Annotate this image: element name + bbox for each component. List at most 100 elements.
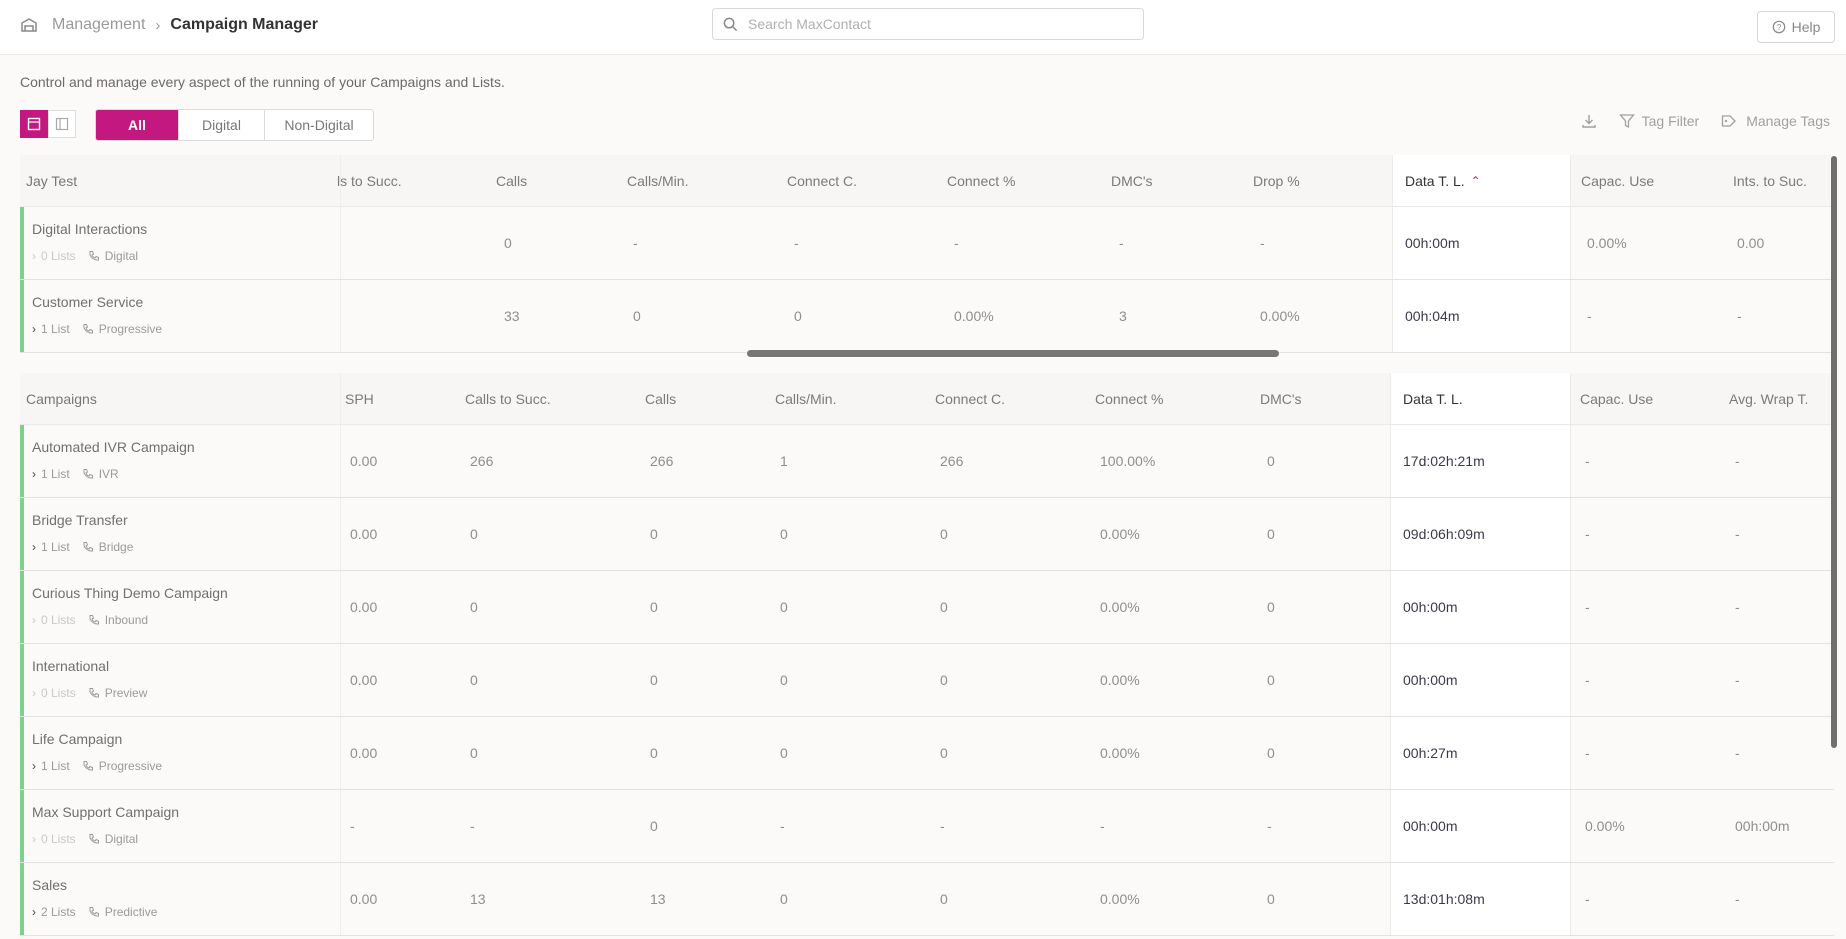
column-header[interactable]: Capac. Use bbox=[1581, 155, 1654, 206]
frozen-column-divider bbox=[340, 498, 341, 570]
table-cell: - bbox=[780, 818, 785, 834]
tab-digital[interactable]: Digital bbox=[179, 110, 265, 140]
column-header[interactable]: ls to Succ. bbox=[337, 155, 402, 206]
table-row[interactable]: Sales › 2 Lists Predictive 0.00 13 13 0 0 0.00% 0 1… bbox=[20, 863, 1834, 936]
column-header[interactable]: DMC's bbox=[1260, 373, 1302, 424]
campaign-type: Progressive bbox=[82, 322, 162, 336]
campaign-name-cell: International › 0 Lists Preview bbox=[20, 644, 340, 716]
column-header[interactable]: Calls/Min. bbox=[775, 373, 836, 424]
view-toggle bbox=[20, 110, 76, 138]
column-header[interactable]: Calls bbox=[496, 155, 527, 206]
table-cell: 266 bbox=[650, 453, 674, 469]
column-header[interactable]: Connect % bbox=[1095, 373, 1163, 424]
card-view-button[interactable] bbox=[20, 110, 48, 138]
column-header[interactable]: Calls to Succ. bbox=[465, 373, 551, 424]
campaign-name[interactable]: Customer Service bbox=[32, 294, 143, 310]
table-cell: 3 bbox=[1119, 308, 1127, 324]
frozen-column-divider bbox=[340, 571, 341, 643]
sorted-column-header[interactable]: Data T. L. ⌃ bbox=[1392, 155, 1571, 206]
type-filter-tabs: All Digital Non-Digital bbox=[95, 109, 374, 141]
column-header[interactable]: Capac. Use bbox=[1580, 373, 1653, 424]
list-count: 1 List bbox=[41, 322, 70, 336]
table-row[interactable]: Curious Thing Demo Campaign › 0 Lists Inbou… bbox=[20, 571, 1834, 644]
column-header[interactable]: Ints. to Suc. bbox=[1733, 155, 1807, 206]
table-cell-active: 00h:27m bbox=[1390, 717, 1571, 789]
vertical-scrollbar[interactable] bbox=[1831, 156, 1837, 748]
table-row[interactable]: Customer Service › 1 List Progressive 33 … bbox=[20, 280, 1834, 353]
table-cell: 0 bbox=[650, 818, 658, 834]
table-row[interactable]: Bridge Transfer › 1 List Bridge 0.00 0 0 0 0 0.00… bbox=[20, 498, 1834, 571]
campaign-name[interactable]: Bridge Transfer bbox=[32, 512, 128, 528]
column-header[interactable]: Connect C. bbox=[935, 373, 1005, 424]
tab-non-digital[interactable]: Non-Digital bbox=[265, 110, 373, 140]
search-box[interactable] bbox=[712, 8, 1144, 40]
column-header[interactable]: Drop % bbox=[1253, 155, 1300, 206]
column-header[interactable]: DMC's bbox=[1111, 155, 1153, 206]
campaign-name[interactable]: Automated IVR Campaign bbox=[32, 439, 195, 455]
expand-lists-toggle[interactable]: › 1 List bbox=[32, 759, 70, 773]
table-cell: - bbox=[1587, 308, 1592, 324]
chevron-right-icon: › bbox=[32, 613, 36, 627]
table-cell: 0 bbox=[470, 599, 478, 615]
horizontal-scrollbar[interactable] bbox=[747, 350, 1279, 357]
table-cell: - bbox=[794, 235, 799, 251]
table-cell: 00h:00m bbox=[1735, 818, 1790, 834]
search-input[interactable] bbox=[748, 16, 1128, 32]
expand-lists-toggle[interactable]: › 2 Lists bbox=[32, 905, 76, 919]
frozen-column-divider bbox=[340, 425, 341, 497]
frozen-column-divider bbox=[340, 280, 341, 352]
campaign-type-label: Inbound bbox=[104, 613, 149, 627]
column-header[interactable]: Connect % bbox=[947, 155, 1015, 206]
manage-tags-button[interactable]: Manage Tags bbox=[1721, 113, 1830, 129]
table-cell: 0 bbox=[470, 672, 478, 688]
table-row[interactable]: Life Campaign › 1 List Progressive 0.00 0 0 0 0 0… bbox=[20, 717, 1834, 790]
table-cell-active: 09d:06h:09m bbox=[1390, 498, 1571, 570]
column-header[interactable]: SPH bbox=[345, 373, 374, 424]
help-label: Help bbox=[1791, 19, 1821, 35]
expand-lists-toggle[interactable]: › 0 Lists bbox=[32, 686, 76, 700]
table-cell-active: 00h:00m bbox=[1392, 207, 1571, 279]
download-button[interactable] bbox=[1581, 113, 1597, 129]
column-header[interactable]: Calls/Min. bbox=[627, 155, 688, 206]
chevron-right-icon: › bbox=[32, 905, 36, 919]
campaign-name[interactable]: Max Support Campaign bbox=[32, 804, 179, 820]
expand-lists-toggle[interactable]: › 1 List bbox=[32, 540, 70, 554]
campaign-name[interactable]: International bbox=[32, 658, 109, 674]
campaign-meta: › 0 Lists Inbound bbox=[32, 613, 148, 627]
expand-lists-toggle[interactable]: › 0 Lists bbox=[32, 249, 76, 263]
expand-lists-toggle[interactable]: › 0 Lists bbox=[32, 613, 76, 627]
table-cell: - bbox=[1737, 308, 1742, 324]
help-button[interactable]: ? Help bbox=[1757, 11, 1835, 43]
list-view-button[interactable] bbox=[48, 110, 76, 138]
campaign-name-cell: Max Support Campaign › 0 Lists Digital bbox=[20, 790, 340, 862]
table-cell: 0.00% bbox=[1100, 745, 1140, 761]
table-cell: 0 bbox=[470, 745, 478, 761]
expand-lists-toggle[interactable]: › 1 List bbox=[32, 467, 70, 481]
list-count: 1 List bbox=[41, 759, 70, 773]
column-header[interactable]: Connect C. bbox=[787, 155, 857, 206]
expand-lists-toggle[interactable]: › 0 Lists bbox=[32, 832, 76, 846]
table-row[interactable]: Digital Interactions › 0 Lists Digital 0 … bbox=[20, 207, 1834, 280]
table-row[interactable]: Automated IVR Campaign › 1 List IVR 0.00 266 2… bbox=[20, 425, 1834, 498]
table-cell: 13 bbox=[650, 891, 666, 907]
breadcrumb-parent[interactable]: Management bbox=[52, 16, 145, 34]
campaign-name[interactable]: Digital Interactions bbox=[32, 221, 147, 237]
table-header-row: Campaigns SPH Calls to Succ. Calls Calls… bbox=[20, 373, 1834, 425]
phone-icon bbox=[89, 615, 99, 625]
table-cell: 0 bbox=[780, 599, 788, 615]
campaign-name[interactable]: Sales bbox=[32, 877, 67, 893]
tag-filter-label: Tag Filter bbox=[1641, 113, 1700, 129]
campaign-name[interactable]: Curious Thing Demo Campaign bbox=[32, 585, 228, 601]
table-cell: 266 bbox=[940, 453, 964, 469]
tab-all[interactable]: All bbox=[96, 110, 179, 140]
expand-lists-toggle[interactable]: › 1 List bbox=[32, 322, 70, 336]
sorted-column-header[interactable]: Data T. L. bbox=[1390, 373, 1571, 424]
column-header[interactable]: Calls bbox=[645, 373, 676, 424]
table-cell: 0 bbox=[633, 308, 641, 324]
campaign-name-cell: Life Campaign › 1 List Progressive bbox=[20, 717, 340, 789]
campaign-name[interactable]: Life Campaign bbox=[32, 731, 122, 747]
table-row[interactable]: International › 0 Lists Preview 0.00 0 0 0 0 0.00… bbox=[20, 644, 1834, 717]
tag-filter-button[interactable]: Tag Filter bbox=[1618, 113, 1700, 129]
table-row[interactable]: Max Support Campaign › 0 Lists Digital - - 0 - -… bbox=[20, 790, 1834, 863]
column-header[interactable]: Avg. Wrap T. bbox=[1729, 373, 1808, 424]
